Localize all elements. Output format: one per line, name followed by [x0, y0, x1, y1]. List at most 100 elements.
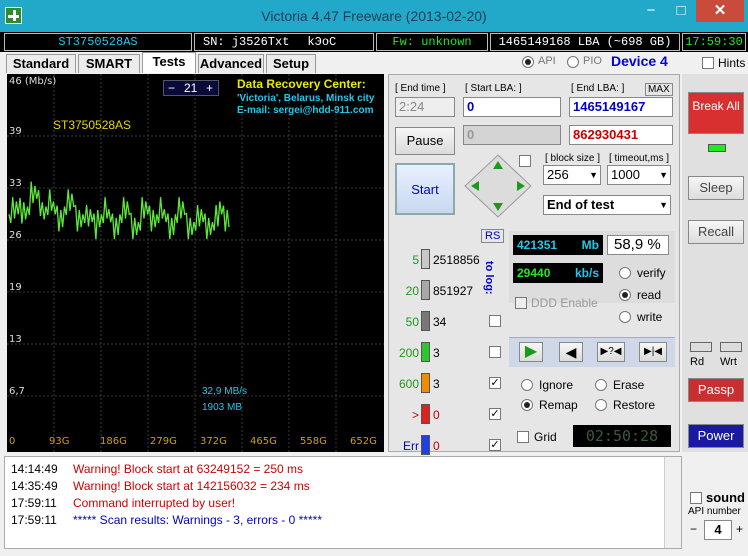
- stat-row: 50 34: [391, 311, 507, 335]
- start-button[interactable]: Start: [395, 163, 455, 215]
- grid-label: Grid: [534, 430, 557, 444]
- grid-checkbox[interactable]: [517, 431, 529, 443]
- scale-plus-button[interactable]: +: [206, 81, 213, 95]
- rs-button[interactable]: RS: [481, 229, 505, 243]
- x-tick: 0: [9, 436, 16, 447]
- rd-led: [690, 342, 712, 352]
- side-panel: Break All Sleep Recall Rd Wrt Passp Powe…: [682, 74, 748, 452]
- x-tick: 465G: [250, 436, 277, 447]
- stat-count: 851927: [433, 284, 474, 298]
- elapsed-timer: 02:50:28: [573, 425, 671, 447]
- timeout-select[interactable]: 1000 ▼: [607, 165, 671, 185]
- x-tick: 279G: [150, 436, 177, 447]
- ignore-label: Ignore: [539, 378, 574, 392]
- log-message: Command interrupted by user!: [73, 496, 236, 510]
- api-number-field[interactable]: 4: [704, 520, 732, 540]
- title-bar: Victoria 4.47 Freeware (2013-02-20) − □ …: [0, 0, 748, 32]
- tab-tests[interactable]: Tests: [142, 52, 196, 73]
- end-time-field[interactable]: 2:24: [395, 97, 455, 117]
- erase-radio[interactable]: [595, 379, 607, 391]
- api-radio[interactable]: [522, 56, 534, 68]
- ignore-radio[interactable]: [521, 379, 533, 391]
- wrt-led: [720, 342, 742, 352]
- stat-count: 2518856: [433, 253, 480, 267]
- read-radio[interactable]: [619, 289, 631, 301]
- recall-button[interactable]: Recall: [688, 220, 744, 244]
- end-button[interactable]: ▶|◀: [639, 342, 667, 362]
- power-button[interactable]: Power: [688, 424, 744, 448]
- rd-label: Rd: [690, 356, 705, 368]
- end-action-select[interactable]: End of test ▼: [543, 195, 671, 215]
- ddd-checkbox[interactable]: [515, 297, 527, 309]
- scale-minus-button[interactable]: −: [168, 81, 175, 95]
- current-position: 1903 MB: [202, 402, 243, 413]
- pause-button[interactable]: Pause: [395, 127, 455, 155]
- passp-button[interactable]: Passp: [688, 378, 744, 402]
- lba-count: 1465149168 LBA (~698 GB): [490, 33, 680, 51]
- tab-advanced[interactable]: Advanced: [198, 54, 264, 73]
- stat-color-swatch: [421, 249, 430, 269]
- current-lba-field: 862930431: [569, 125, 673, 145]
- processed-mb: 421351 Mb: [513, 235, 603, 255]
- pio-label: PIO: [583, 55, 602, 67]
- log-panel[interactable]: 14:14:49 Warning! Block start at 63249152…: [4, 456, 682, 549]
- end-lba-label: [ End LBA: ]: [571, 83, 625, 94]
- scale-control: − 21 +: [163, 80, 219, 96]
- break-all-button[interactable]: Break All: [688, 92, 744, 134]
- remap-label: Remap: [539, 398, 578, 412]
- stat-row: > 0: [391, 404, 507, 428]
- end-lba-field[interactable]: 1465149167: [569, 97, 673, 117]
- log-time: 17:59:11: [11, 513, 57, 527]
- wrt-label: Wrt: [720, 356, 737, 368]
- log-checkbox[interactable]: [489, 315, 501, 327]
- speed-unit-label: 46 (Mb/s): [9, 76, 57, 87]
- scale-value: 21: [184, 81, 198, 95]
- chevron-down-icon: ▼: [659, 170, 668, 180]
- pad-checkbox[interactable]: [519, 155, 531, 167]
- log-checkbox[interactable]: [489, 408, 501, 420]
- tab-smart[interactable]: SMART: [78, 54, 140, 73]
- log-checkbox[interactable]: [489, 377, 501, 389]
- log-checkbox[interactable]: [489, 346, 501, 358]
- start-lba-field[interactable]: 0: [463, 97, 561, 117]
- drc-line1: 'Victoria', Belarus, Minsk city: [237, 93, 375, 104]
- api-plus-button[interactable]: +: [736, 522, 743, 536]
- verify-radio[interactable]: [619, 267, 631, 279]
- stat-count: 3: [433, 346, 440, 360]
- x-tick: 93G: [49, 436, 70, 447]
- max-button[interactable]: MAX: [645, 83, 673, 96]
- maximize-button[interactable]: □: [666, 0, 696, 22]
- sleep-button[interactable]: Sleep: [688, 176, 744, 200]
- tab-setup[interactable]: Setup: [266, 54, 316, 73]
- skip-button[interactable]: ▶?◀: [597, 342, 625, 362]
- log-time: 14:35:49: [11, 479, 58, 493]
- rewind-button[interactable]: ◀: [559, 342, 583, 362]
- stat-threshold: 200: [398, 346, 419, 360]
- tab-standard[interactable]: Standard: [6, 54, 76, 73]
- sound-checkbox[interactable]: [690, 492, 702, 504]
- chevron-down-icon: ▼: [589, 170, 598, 180]
- stat-threshold: Err: [403, 439, 419, 453]
- log-scrollbar[interactable]: [664, 457, 681, 548]
- stat-threshold: 20: [405, 284, 419, 298]
- api-minus-button[interactable]: −: [690, 522, 697, 536]
- drive-info-bar: ST3750528AS SN: j3526Txt kЭoC Fw: unknown…: [0, 32, 748, 52]
- api-label: API: [538, 55, 556, 67]
- play-button[interactable]: ▶: [519, 342, 543, 362]
- stat-count: 3: [433, 377, 440, 391]
- y-tick: 13: [9, 334, 22, 345]
- stat-color-swatch: [421, 435, 430, 455]
- stat-threshold: 50: [405, 315, 419, 329]
- ddd-label: DDD Enable: [531, 296, 598, 310]
- close-button[interactable]: ✕: [696, 0, 744, 22]
- y-tick: 33: [9, 178, 22, 189]
- restore-label: Restore: [613, 398, 656, 412]
- minimize-button[interactable]: −: [636, 0, 666, 22]
- restore-radio[interactable]: [595, 399, 607, 411]
- pio-radio[interactable]: [567, 56, 579, 68]
- write-radio[interactable]: [619, 311, 631, 323]
- block-size-select[interactable]: 256 ▼: [543, 165, 601, 185]
- remap-radio[interactable]: [521, 399, 533, 411]
- log-checkbox[interactable]: [489, 439, 501, 451]
- hints-checkbox[interactable]: [702, 57, 714, 69]
